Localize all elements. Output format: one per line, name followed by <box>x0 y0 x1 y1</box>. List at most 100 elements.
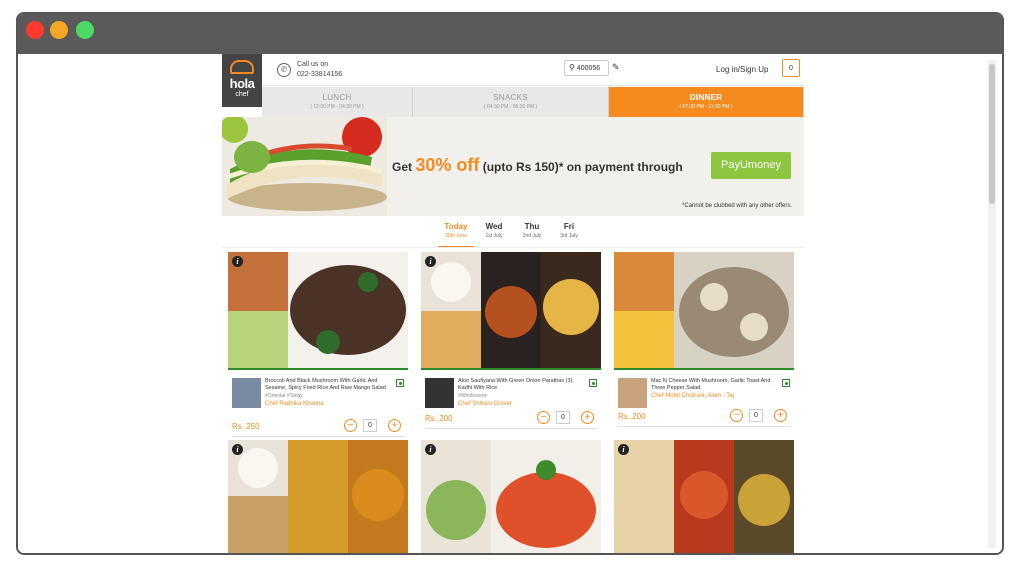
logo-brand-text: hola <box>229 76 255 91</box>
info-icon[interactable]: i <box>232 444 243 455</box>
tab-lunch[interactable]: LUNCH ( 12:00 PM - 04:30 PM ) <box>262 87 413 117</box>
meal-card[interactable]: i <box>614 440 794 553</box>
meal-tabs: LUNCH ( 12:00 PM - 04:30 PM ) SNACKS ( 0… <box>262 87 804 117</box>
payumoney-logo: PayUmoney <box>711 152 791 179</box>
vertical-scrollbar[interactable] <box>988 60 996 548</box>
close-window-button[interactable] <box>26 21 44 39</box>
quantity-value[interactable]: 0 <box>363 419 377 432</box>
promo-discount: 30% off <box>415 155 480 175</box>
meal-photo-image <box>421 252 601 368</box>
meal-photo-image <box>614 440 794 553</box>
maximize-window-button[interactable] <box>76 21 94 39</box>
pincode-value: 400056 <box>576 65 601 72</box>
edit-pincode-icon[interactable]: ✎ <box>612 62 620 73</box>
day-name: Thu <box>524 222 540 231</box>
quantity-stepper: − 0 + <box>730 409 790 423</box>
promo-banner[interactable]: Get 30% off (upto Rs 150)* on payment th… <box>222 117 804 216</box>
meal-photo-image <box>228 252 408 368</box>
divider <box>425 428 597 429</box>
increase-quantity-button[interactable]: + <box>581 411 594 424</box>
day-today[interactable]: Today 30th June <box>438 222 474 239</box>
decrease-quantity-button[interactable]: − <box>344 419 357 432</box>
meal-photo[interactable]: i <box>421 252 601 370</box>
card-footer: Rs. 250 − 0 + <box>228 374 408 440</box>
decrease-quantity-button[interactable]: − <box>537 411 550 424</box>
meal-card[interactable]: i Broccoli And Black Mushroom With Garli… <box>228 252 408 437</box>
meal-card[interactable]: i <box>421 440 601 553</box>
phone-number[interactable]: 022-33814156 <box>297 70 342 80</box>
call-label: Call us on <box>297 61 329 68</box>
tab-snacks-time: ( 04:30 PM - 06:30 PM ) <box>483 104 538 110</box>
pincode-field[interactable]: ⚲ 400056 <box>564 60 609 76</box>
meal-photo-image <box>421 440 601 553</box>
day-name: Wed <box>485 222 503 231</box>
location-pin-icon: ⚲ <box>569 63 575 72</box>
meal-photo[interactable] <box>614 252 794 370</box>
meal-photo[interactable]: i <box>228 252 408 370</box>
day-name: Fri <box>563 222 575 231</box>
logo-sub-text: chef <box>235 91 249 98</box>
info-icon[interactable]: i <box>425 256 436 267</box>
meal-card[interactable]: i <box>228 440 408 553</box>
meal-photo[interactable]: i <box>614 440 794 553</box>
day-date: 1st July <box>485 233 503 239</box>
meal-photo-image <box>228 440 408 553</box>
day-fri[interactable]: Fri 3rd July <box>551 222 587 239</box>
promo-suffix: (upto Rs 150)* on payment through <box>479 160 683 174</box>
meal-card[interactable]: Mac N Cheese With Mushroom, Garlic Toast… <box>614 252 794 427</box>
meal-photo-image <box>614 252 794 368</box>
promo-disclaimer: *Cannot be clubbed with any other offers… <box>682 203 792 209</box>
sandwich-image <box>222 117 387 216</box>
day-selector: Today 30th June Wed 1st July Thu 2nd Jul… <box>438 222 598 248</box>
day-thu[interactable]: Thu 2nd July <box>514 222 550 239</box>
price: Rs. 200 <box>425 414 453 423</box>
info-icon[interactable]: i <box>232 256 243 267</box>
promo-headline: Get 30% off (upto Rs 150)* on payment th… <box>392 155 683 176</box>
tab-dinner-time: ( 07:30 PM - 11:30 PM ) <box>679 104 733 110</box>
site-content: ✆ Call us on 022-33814156 ⚲ 400056 ✎ Log… <box>222 54 804 553</box>
day-wed[interactable]: Wed 1st July <box>476 222 512 239</box>
info-icon[interactable]: i <box>425 444 436 455</box>
tab-dinner-label: DINNER <box>689 93 723 102</box>
promo-prefix: Get <box>392 160 416 174</box>
info-icon[interactable]: i <box>618 444 629 455</box>
hola-chef-logo[interactable]: hola chef <box>222 54 262 107</box>
quantity-value[interactable]: 0 <box>556 411 570 424</box>
card-footer: Rs. 200 − 0 + <box>614 364 794 430</box>
tab-snacks[interactable]: SNACKS ( 04:30 PM - 06:30 PM ) <box>413 87 609 117</box>
day-name: Today <box>444 222 468 231</box>
increase-quantity-button[interactable]: + <box>774 409 787 422</box>
quantity-value[interactable]: 0 <box>749 409 763 422</box>
cart-icon[interactable]: 0 <box>782 59 800 77</box>
phone-icon: ✆ <box>277 63 291 77</box>
decrease-quantity-button[interactable]: − <box>730 409 743 422</box>
cart-count: 0 <box>789 65 793 72</box>
price: Rs. 200 <box>618 412 646 421</box>
meal-card[interactable]: i Aloo Saufiyana With Green Onion Parath… <box>421 252 601 429</box>
minimize-window-button[interactable] <box>50 21 68 39</box>
price: Rs. 250 <box>232 422 260 431</box>
quantity-stepper: − 0 + <box>344 419 404 433</box>
window-titlebar <box>18 14 1002 54</box>
divider <box>222 247 804 248</box>
divider <box>618 426 790 427</box>
day-date: 3rd July <box>560 233 578 239</box>
meal-photo[interactable]: i <box>421 440 601 553</box>
tab-snacks-label: SNACKS <box>493 93 528 102</box>
login-signup-link[interactable]: Log in/Sign Up <box>716 65 768 74</box>
meal-photo[interactable]: i <box>228 440 408 553</box>
tab-lunch-label: LUNCH <box>322 93 352 102</box>
site-header: ✆ Call us on 022-33814156 ⚲ 400056 ✎ Log… <box>222 54 804 86</box>
browser-window: ✆ Call us on 022-33814156 ⚲ 400056 ✎ Log… <box>16 12 1004 555</box>
divider <box>232 436 404 437</box>
card-footer: Rs. 200 − 0 + <box>421 366 601 432</box>
day-date: 2nd July <box>522 233 542 239</box>
increase-quantity-button[interactable]: + <box>388 419 401 432</box>
chef-hat-icon <box>230 60 254 74</box>
tab-lunch-time: ( 12:00 PM - 04:30 PM ) <box>310 104 364 110</box>
page-viewport: ✆ Call us on 022-33814156 ⚲ 400056 ✎ Log… <box>18 54 1002 553</box>
scrollbar-thumb[interactable] <box>989 64 995 204</box>
day-date: 30th June <box>445 233 467 239</box>
call-info: Call us on 022-33814156 <box>297 60 342 80</box>
tab-dinner[interactable]: DINNER ( 07:30 PM - 11:30 PM ) <box>609 87 804 117</box>
